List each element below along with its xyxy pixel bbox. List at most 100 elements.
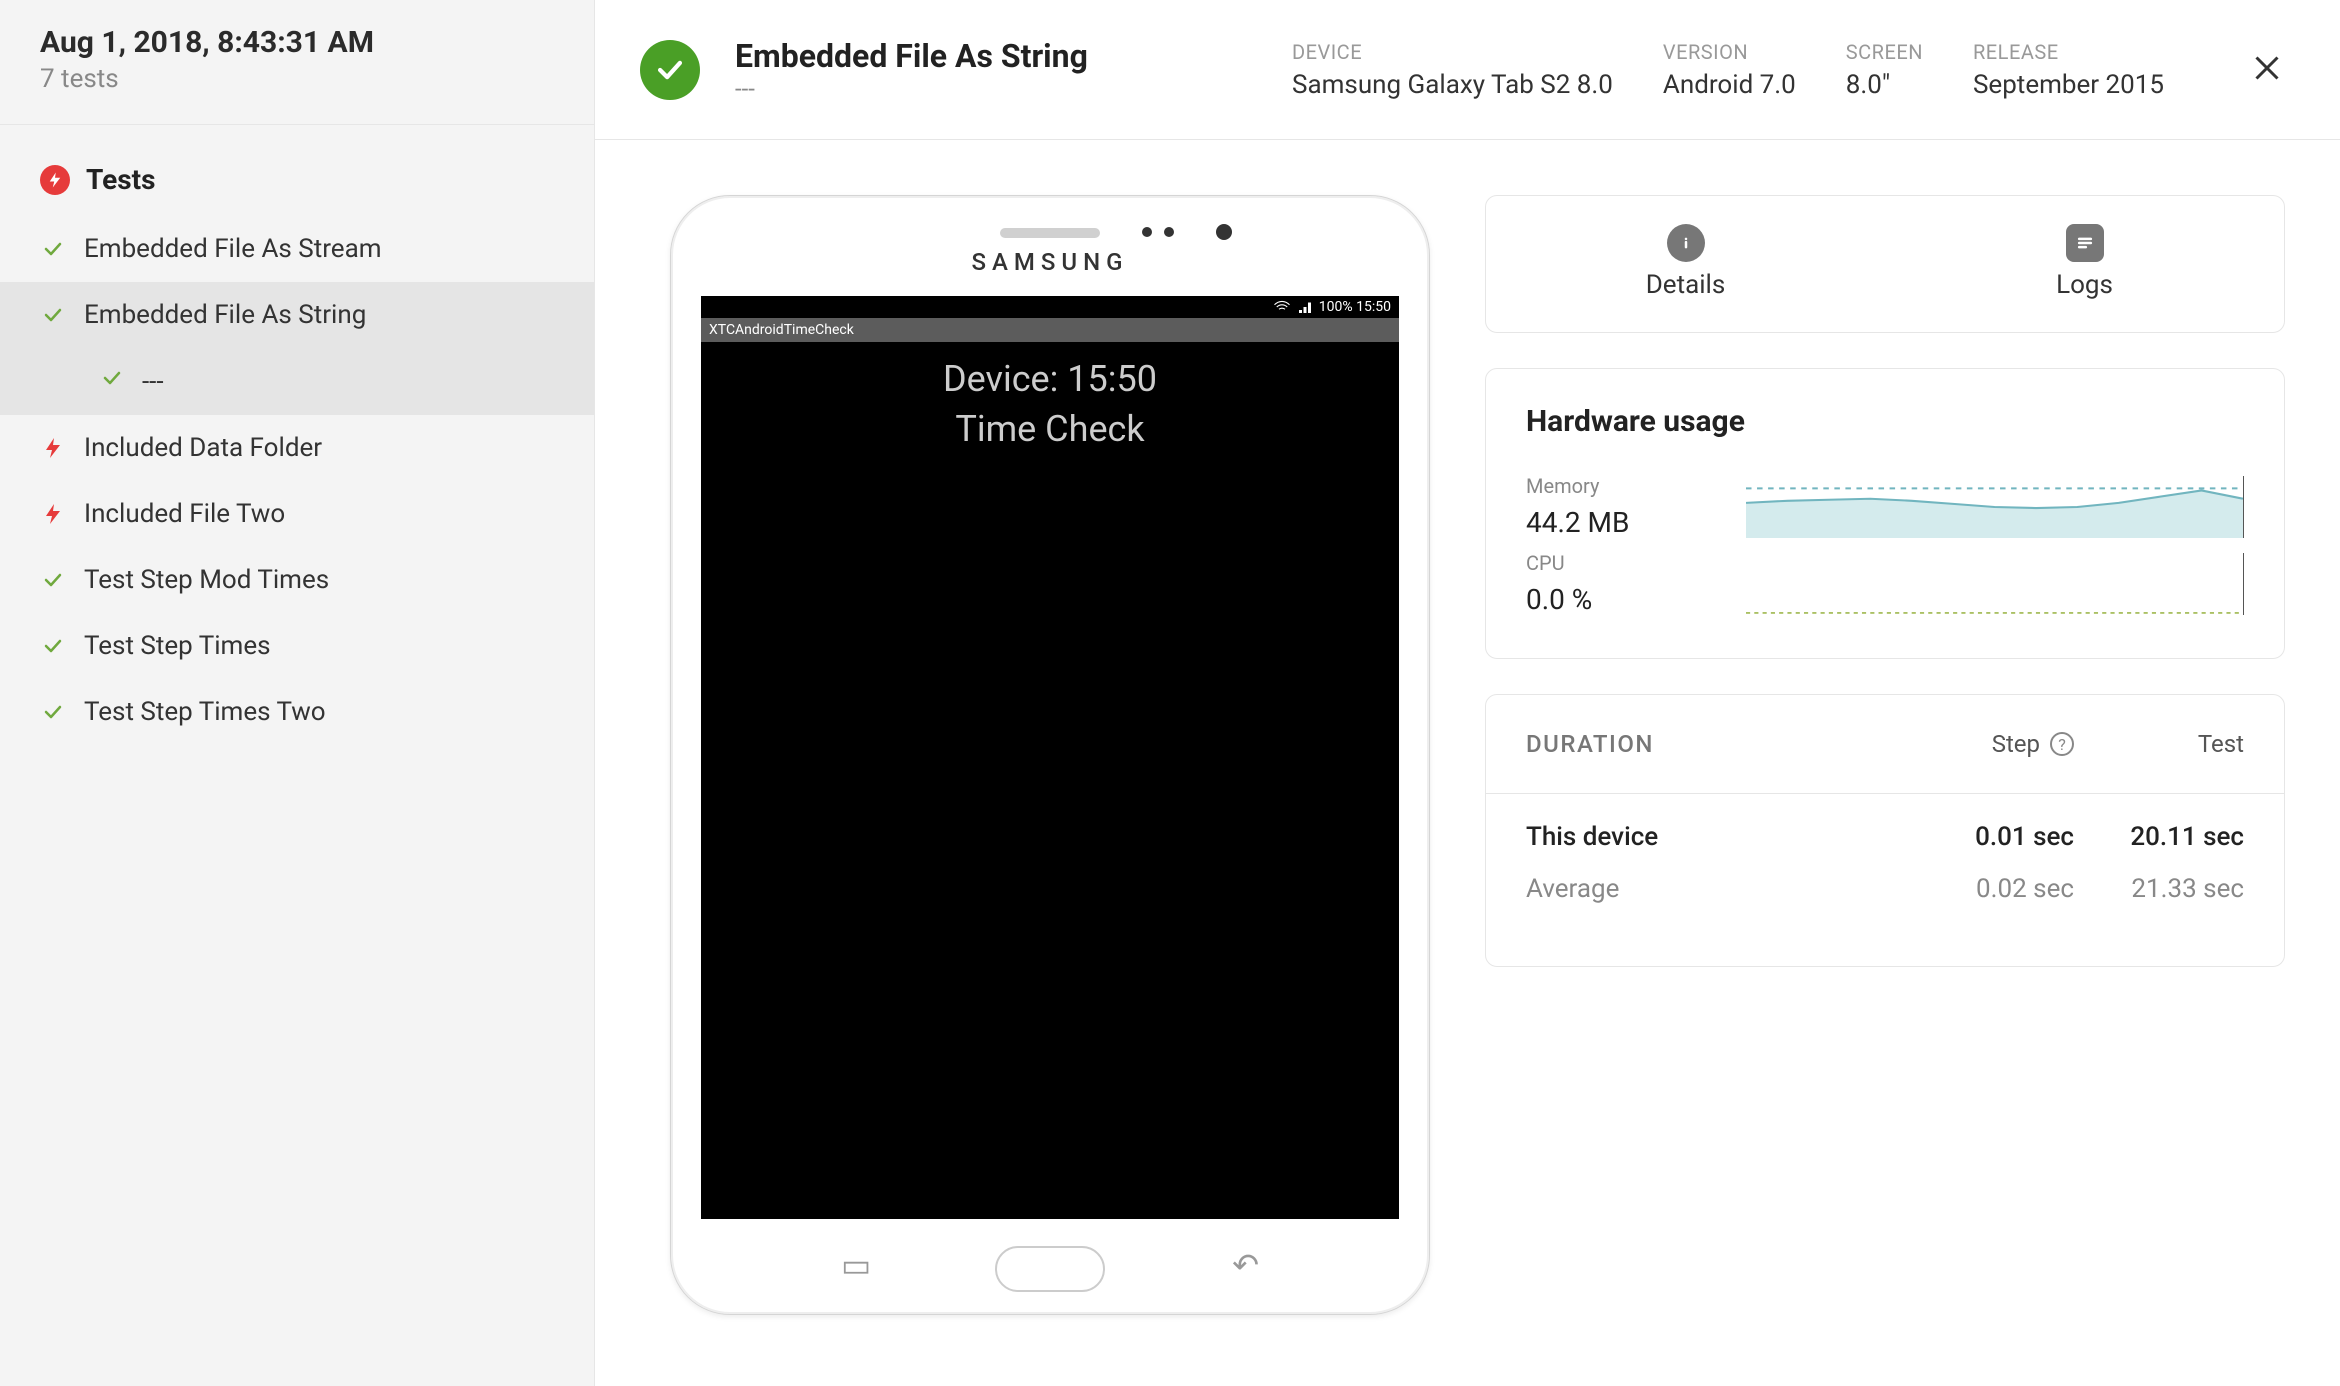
panels: Details Logs Hardware usage xyxy=(1485,195,2285,1331)
cpu-label: CPU xyxy=(1526,551,1716,575)
test-step-label: --- xyxy=(142,367,164,397)
duration-test-value: 20.11 sec xyxy=(2074,822,2244,852)
tab-logs[interactable]: Logs xyxy=(1885,196,2284,332)
cpu-sparkline xyxy=(1746,553,2244,615)
tests-heading-label: Tests xyxy=(86,163,155,196)
title-block: Embedded File As String --- xyxy=(735,37,1088,103)
run-timestamp: Aug 1, 2018, 8:43:31 AM xyxy=(40,25,554,60)
test-item[interactable]: Embedded File As String xyxy=(0,282,594,348)
test-step-item[interactable]: --- xyxy=(0,348,594,415)
test-item[interactable]: Embedded File As Stream xyxy=(0,216,594,282)
tab-details[interactable]: Details xyxy=(1486,196,1885,332)
status-pass-icon xyxy=(640,40,700,100)
screen-line-1: Device: 15:50 xyxy=(701,354,1399,404)
hardware-usage-panel: Hardware usage Memory 44.2 MB xyxy=(1485,368,2285,659)
bolt-icon xyxy=(40,436,66,460)
tabs-panel: Details Logs xyxy=(1485,195,2285,333)
meta-label: VERSION xyxy=(1663,40,1796,64)
device-screen: 100% 15:50 XTCAndroidTimeCheck Device: 1… xyxy=(701,296,1399,1219)
test-item[interactable]: Included Data Folder xyxy=(0,415,594,481)
test-item-label: Test Step Times Two xyxy=(84,697,326,727)
duration-step-value: 0.01 sec xyxy=(1904,822,2074,852)
recent-apps-button-icon: ▭ xyxy=(841,1246,871,1284)
meta-item: SCREEN 8.0" xyxy=(1846,40,1923,100)
device-preview: SAMSUNG 100% 15:50 XTCAndroidTimeCheck D… xyxy=(650,195,1430,1331)
cpu-row: CPU 0.0 % xyxy=(1526,551,2244,616)
wifi-icon xyxy=(1273,298,1291,316)
test-item-label: Test Step Times xyxy=(84,631,271,661)
duration-step-value: 0.02 sec xyxy=(1904,874,2074,904)
meta-label: RELEASE xyxy=(1973,40,2164,64)
meta-label: DEVICE xyxy=(1292,40,1613,64)
page-subtitle: --- xyxy=(735,75,1088,103)
hardware-title: Hardware usage xyxy=(1526,404,2244,439)
sidebar-header: Aug 1, 2018, 8:43:31 AM 7 tests xyxy=(0,25,594,125)
page-title: Embedded File As String xyxy=(735,37,1088,75)
duration-row-label: Average xyxy=(1526,874,1904,904)
home-button xyxy=(995,1246,1105,1292)
device-meta: DEVICESamsung Galaxy Tab S2 8.0 VERSION An… xyxy=(1292,40,2164,100)
topbar: Embedded File As String --- DEVICESamsun… xyxy=(595,0,2340,140)
memory-label: Memory xyxy=(1526,474,1716,498)
meta-value: 8.0" xyxy=(1846,70,1923,100)
test-item[interactable]: Included File Two xyxy=(0,481,594,547)
memory-value: 44.2 MB xyxy=(1526,506,1716,539)
test-item[interactable]: Test Step Times xyxy=(0,613,594,679)
divider xyxy=(1486,793,2284,794)
status-bar-text: 100% 15:50 xyxy=(1319,299,1391,315)
main: Embedded File As String --- DEVICESamsun… xyxy=(595,0,2340,1386)
test-count: 7 tests xyxy=(40,64,554,94)
duration-row-label: This device xyxy=(1526,822,1904,852)
check-icon xyxy=(40,700,66,724)
content: SAMSUNG 100% 15:50 XTCAndroidTimeCheck D… xyxy=(595,140,2340,1386)
meta-label: SCREEN xyxy=(1846,40,1923,64)
bolt-icon xyxy=(40,502,66,526)
earpiece xyxy=(1000,228,1100,238)
check-icon xyxy=(40,634,66,658)
test-item-label: Embedded File As Stream xyxy=(84,234,382,264)
bolt-icon xyxy=(40,165,70,195)
duration-test-value: 21.33 sec xyxy=(2074,874,2244,904)
meta-value: Android 7.0 xyxy=(1663,70,1796,100)
test-item-label: Included Data Folder xyxy=(84,433,322,463)
duration-row: This device0.01 sec20.11 sec xyxy=(1526,822,2244,852)
check-icon xyxy=(40,303,66,327)
cpu-value: 0.0 % xyxy=(1526,583,1716,616)
test-item-label: Included File Two xyxy=(84,499,285,529)
memory-row: Memory 44.2 MB xyxy=(1526,474,2244,539)
duration-col-test: Test xyxy=(2074,730,2244,758)
check-icon xyxy=(40,237,66,261)
help-icon[interactable]: ? xyxy=(2050,732,2074,756)
test-item-label: Test Step Mod Times xyxy=(84,565,329,595)
signal-icon xyxy=(1296,298,1314,316)
test-list: Embedded File As Stream Embedded File As … xyxy=(0,216,594,745)
test-item[interactable]: Test Step Times Two xyxy=(0,679,594,745)
meta-item: DEVICESamsung Galaxy Tab S2 8.0 xyxy=(1292,40,1613,100)
tablet-frame: SAMSUNG 100% 15:50 XTCAndroidTimeCheck D… xyxy=(670,195,1430,1315)
duration-row: Average0.02 sec21.33 sec xyxy=(1526,874,2244,904)
tab-details-label: Details xyxy=(1646,270,1726,300)
close-icon xyxy=(2249,50,2285,86)
duration-panel: DURATION Step ? Test This device0.01 sec… xyxy=(1485,694,2285,967)
duration-col-step: Step ? xyxy=(1904,730,2074,758)
info-icon xyxy=(1667,224,1705,262)
check-icon xyxy=(100,366,124,397)
logs-icon xyxy=(2066,224,2104,262)
tab-logs-label: Logs xyxy=(2056,270,2113,300)
close-button[interactable] xyxy=(2239,41,2295,98)
meta-value: September 2015 xyxy=(1973,70,2164,100)
back-button-icon: ↶ xyxy=(1232,1246,1259,1284)
app-title-bar: XTCAndroidTimeCheck xyxy=(701,318,1399,342)
test-item-label: Embedded File As String xyxy=(84,300,366,330)
screen-line-2: Time Check xyxy=(701,404,1399,454)
sensors xyxy=(1142,224,1232,240)
duration-title: DURATION xyxy=(1526,730,1904,758)
meta-item: RELEASE September 2015 xyxy=(1973,40,2164,100)
screen-content: Device: 15:50 Time Check xyxy=(701,354,1399,455)
meta-item: VERSION Android 7.0 xyxy=(1663,40,1796,100)
tests-heading: Tests xyxy=(0,125,594,216)
android-status-bar: 100% 15:50 xyxy=(701,296,1399,318)
sidebar: Aug 1, 2018, 8:43:31 AM 7 tests Tests Em… xyxy=(0,0,595,1386)
test-item[interactable]: Test Step Mod Times xyxy=(0,547,594,613)
memory-sparkline xyxy=(1746,476,2244,538)
